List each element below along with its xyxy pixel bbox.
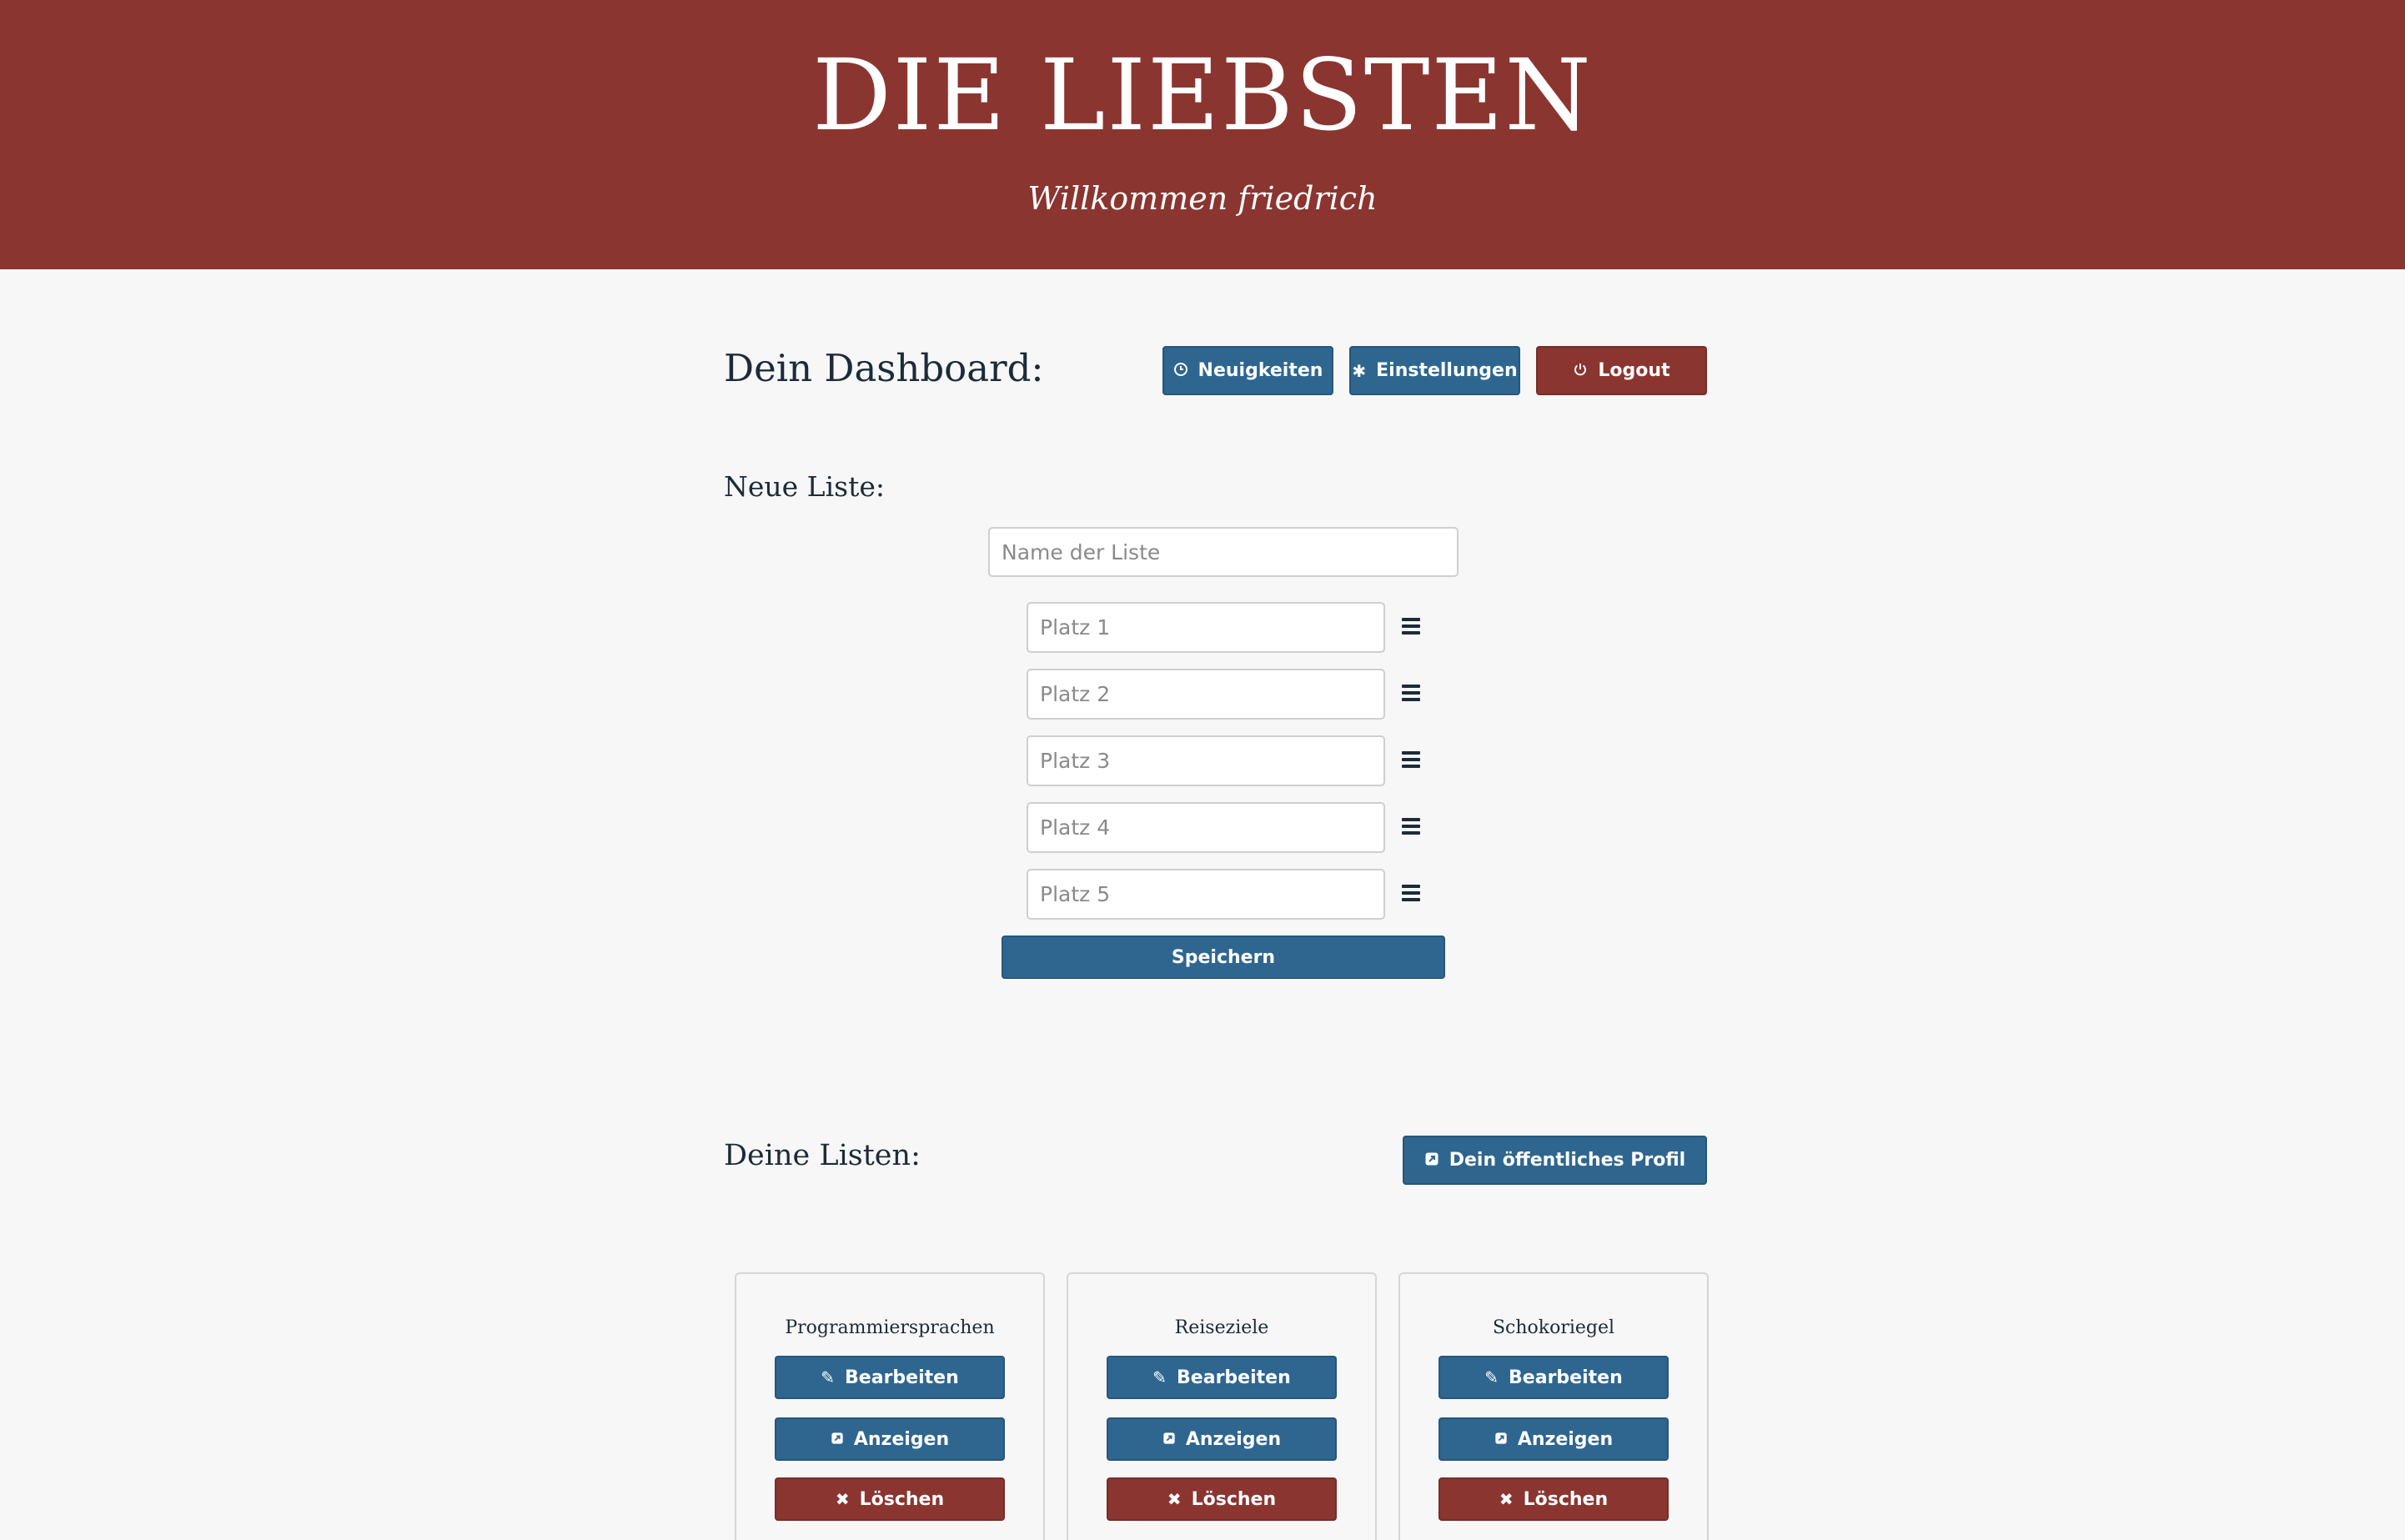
new-list-title: Neue Liste: [724,470,885,503]
drag-handle-icon[interactable] [1402,685,1420,701]
delete-label: Löschen [1191,1488,1277,1510]
logout-label: Logout [1598,360,1670,381]
edit-button[interactable]: ✎ Bearbeiten [1107,1356,1337,1399]
save-label: Speichern [1171,946,1276,968]
delete-button[interactable]: ✖ Löschen [1107,1477,1337,1521]
delete-label: Löschen [1523,1488,1609,1510]
edit-icon: ✎ [1152,1367,1167,1387]
list-card: Programmiersprachen ✎ Bearbeiten Anzeige… [735,1272,1045,1540]
list-card-title: Programmiersprachen [785,1317,995,1338]
edit-button[interactable]: ✎ Bearbeiten [1438,1356,1669,1399]
edit-icon: ✎ [1484,1367,1499,1387]
edit-label: Bearbeiten [845,1367,959,1388]
delete-button[interactable]: ✖ Löschen [775,1477,1005,1521]
clock-icon [1173,361,1188,381]
place-1-input[interactable] [1027,602,1385,653]
public-profile-label: Dein öffentliches Profil [1449,1150,1686,1171]
settings-label: Einstellungen [1376,360,1518,381]
drag-handle-icon[interactable] [1402,818,1420,835]
external-link-icon [1494,1429,1508,1449]
view-button[interactable]: Anzeigen [775,1417,1005,1461]
dashboard-title: Dein Dashboard: [724,346,1044,390]
power-icon [1573,361,1588,381]
view-button[interactable]: Anzeigen [1107,1417,1337,1461]
external-link-icon [1162,1429,1176,1449]
drag-handle-icon[interactable] [1402,751,1420,768]
list-name-input[interactable] [988,527,1459,577]
drag-handle-icon[interactable] [1402,885,1420,901]
gear-icon: ✱ [1352,360,1367,381]
place-4-input[interactable] [1027,802,1385,853]
drag-handle-icon[interactable] [1402,618,1420,635]
view-label: Anzeigen [853,1428,950,1450]
edit-button[interactable]: ✎ Bearbeiten [775,1356,1005,1399]
view-button[interactable]: Anzeigen [1438,1417,1669,1461]
news-button[interactable]: Neuigkeiten [1162,346,1333,395]
news-label: Neuigkeiten [1197,360,1323,381]
settings-button[interactable]: ✱ Einstellungen [1349,346,1520,395]
save-button[interactable]: Speichern [1002,936,1445,979]
edit-label: Bearbeiten [1509,1367,1623,1388]
list-card: Reiseziele ✎ Bearbeiten Anzeigen ✖ Lösch… [1067,1272,1377,1540]
close-icon: ✖ [835,1489,850,1509]
logout-button[interactable]: Logout [1536,346,1707,395]
place-2-input[interactable] [1027,669,1385,720]
external-link-icon [1424,1151,1439,1171]
your-lists-title: Deine Listen: [724,1139,921,1172]
welcome-message: Willkommen friedrich [1027,180,1378,217]
close-icon: ✖ [1167,1489,1182,1509]
public-profile-button[interactable]: Dein öffentliches Profil [1403,1136,1707,1185]
view-label: Anzeigen [1185,1428,1282,1450]
place-5-input[interactable] [1027,869,1385,920]
page-header: DIE LIEBSTEN Willkommen friedrich [0,0,2405,269]
view-label: Anzeigen [1517,1428,1614,1450]
edit-label: Bearbeiten [1177,1367,1291,1388]
list-card-title: Schokoriegel [1492,1317,1615,1338]
delete-label: Löschen [859,1488,945,1510]
list-card: Schokoriegel ✎ Bearbeiten Anzeigen ✖ Lös… [1398,1272,1709,1540]
edit-icon: ✎ [821,1367,836,1387]
list-card-title: Reiseziele [1174,1317,1269,1338]
place-3-input[interactable] [1027,735,1385,786]
site-title: DIE LIEBSTEN [812,38,1593,153]
delete-button[interactable]: ✖ Löschen [1438,1477,1669,1521]
external-link-icon [831,1429,844,1449]
close-icon: ✖ [1499,1489,1514,1509]
